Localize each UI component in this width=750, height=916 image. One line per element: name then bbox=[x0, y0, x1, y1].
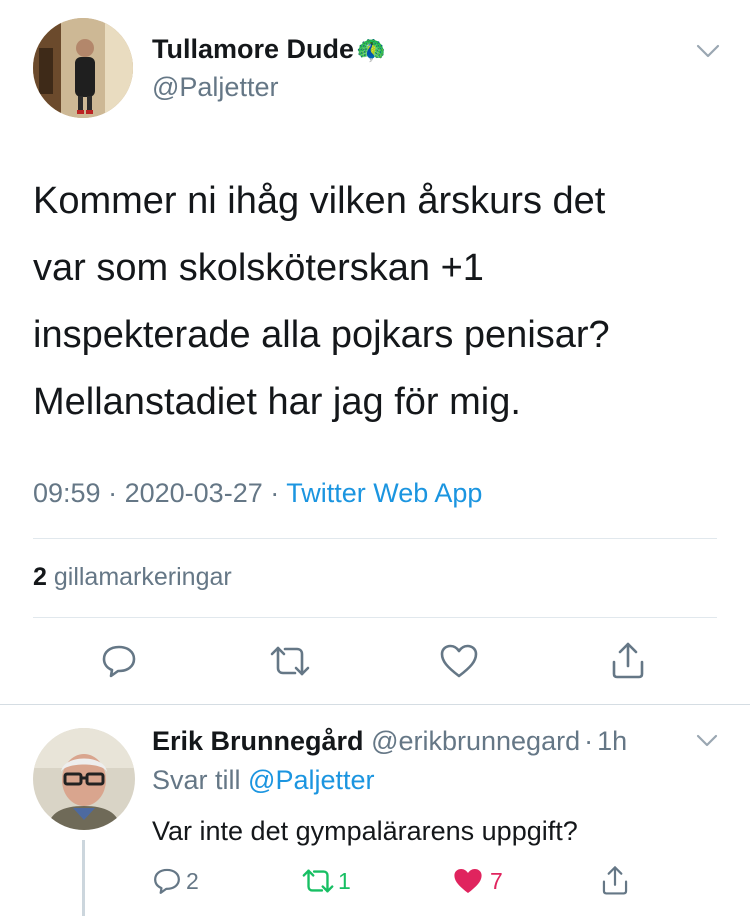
reply-count: 2 bbox=[186, 867, 199, 894]
tweet-text-line: var som skolsköterskan +1 bbox=[33, 247, 484, 289]
reply-prefix: Svar till bbox=[152, 765, 241, 795]
author-handle[interactable]: @Paljetter bbox=[152, 72, 278, 103]
section-separator bbox=[0, 704, 750, 705]
tweet-text: Kommer ni ihåg vilken årskurs det var so… bbox=[33, 168, 610, 369]
reply-retweet-button[interactable]: 1 bbox=[300, 866, 351, 896]
tweet-date: 2020-03-27 bbox=[124, 478, 263, 508]
like-button[interactable] bbox=[439, 643, 479, 679]
retweet-button[interactable] bbox=[268, 642, 312, 680]
likes-count: 2 bbox=[33, 563, 47, 591]
tweet-time: 09:59 bbox=[33, 478, 101, 508]
divider bbox=[33, 617, 717, 618]
tweet-text-line: inspekterade alla pojkars penisar? bbox=[33, 314, 610, 356]
likes-label: gillamarkeringar bbox=[53, 563, 232, 591]
reply-like-button[interactable]: 7 bbox=[452, 866, 503, 896]
tweet-meta: 09:59 · 2020-03-27 · Twitter Web App bbox=[33, 478, 482, 509]
reply-share-button[interactable] bbox=[600, 864, 630, 896]
reply-button[interactable] bbox=[100, 642, 138, 680]
author-name[interactable]: Tullamore Dude bbox=[152, 34, 354, 64]
heart-filled-icon bbox=[454, 869, 482, 893]
tweet-text-line: Mellanstadiet har jag för mig. bbox=[33, 381, 521, 423]
retweet-icon bbox=[302, 869, 334, 893]
likes-summary[interactable]: 2 gillamarkeringar bbox=[33, 563, 232, 592]
reply-reply-button[interactable]: 2 bbox=[152, 866, 199, 896]
reply-author-handle[interactable]: @erikbrunnegard bbox=[371, 726, 580, 756]
tweet-menu-chevron-icon[interactable] bbox=[694, 40, 722, 62]
reply-icon bbox=[154, 868, 180, 894]
author-avatar[interactable] bbox=[33, 18, 133, 118]
share-button[interactable] bbox=[609, 640, 647, 680]
reply-age[interactable]: 1h bbox=[597, 726, 627, 756]
meta-separator: · bbox=[108, 478, 118, 508]
divider bbox=[33, 538, 717, 539]
retweet-icon bbox=[270, 646, 310, 676]
heart-icon bbox=[440, 644, 478, 678]
meta-separator: · bbox=[270, 478, 280, 508]
reply-text: Var inte det gympalärarens uppgift? bbox=[152, 816, 578, 846]
tweet-text-line: Kommer ni ihåg vilken årskurs det bbox=[33, 180, 606, 222]
reply-to-link[interactable]: @Paljetter bbox=[248, 765, 374, 795]
reply-author-name[interactable]: Erik Brunnegård bbox=[152, 726, 364, 756]
share-icon bbox=[602, 866, 628, 895]
meta-separator: · bbox=[584, 726, 594, 756]
reply-header: Erik Brunnegård @erikbrunnegard · 1h bbox=[152, 726, 627, 757]
tweet-source-link[interactable]: Twitter Web App bbox=[286, 478, 482, 508]
share-icon bbox=[612, 642, 644, 679]
reply-context: Svar till @Paljetter bbox=[152, 765, 375, 796]
like-count: 7 bbox=[490, 867, 503, 894]
peacock-emoji: 🦚 bbox=[356, 37, 386, 64]
reply-icon bbox=[102, 645, 136, 678]
reply-author-avatar[interactable] bbox=[33, 728, 135, 830]
thread-line bbox=[82, 840, 85, 916]
reply-menu-chevron-icon[interactable] bbox=[694, 731, 720, 751]
retweet-count: 1 bbox=[338, 867, 351, 894]
